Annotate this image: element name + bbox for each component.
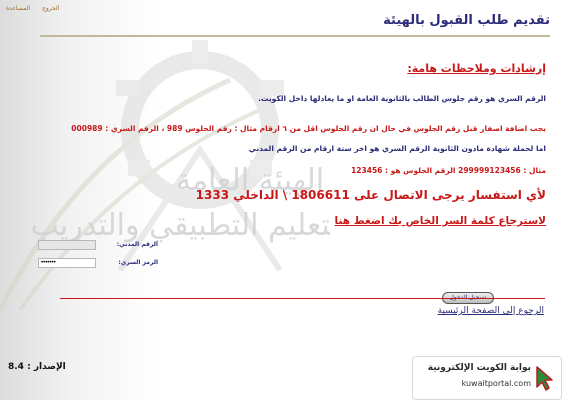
civil-id-row: الرقم المدني: xyxy=(38,240,158,253)
password-label: الرمز السري: xyxy=(118,259,158,266)
watermark-text-2: للتعليم التطبيقي والتدريب xyxy=(30,208,330,243)
portal-url: kuwaitportal.com xyxy=(461,379,531,388)
instruction-line-4: مثال : 299999123456 الرقم الجلوس هو : 12… xyxy=(351,166,546,175)
cursor-arrow-icon xyxy=(536,366,553,391)
portal-badge[interactable]: بوابة الكويت الإلكترونية kuwaitportal.co… xyxy=(412,356,562,400)
submit-divider xyxy=(60,298,545,299)
top-links: الخروج المساعدة xyxy=(6,5,69,12)
instruction-line-3: اما لحملة شهادة مادون الثانوية الرقم الس… xyxy=(248,144,546,153)
title-divider xyxy=(40,35,550,37)
contact-line: لأي استفسار يرجى الاتصال على 1806611 \ ا… xyxy=(195,188,546,202)
instruction-line-2: يجب اضافة اصفار قبل رقم الجلوس في حال ان… xyxy=(71,124,546,133)
civil-id-label: الرقم المدني: xyxy=(116,241,158,248)
portal-title: بوابة الكويت الإلكترونية xyxy=(427,363,531,373)
password-row: الرمز السري: xyxy=(38,258,158,271)
page: الهيئة العامة للتعليم التطبيقي والتدريب … xyxy=(0,0,562,400)
login-form: الرقم المدني: الرمز السري: xyxy=(38,240,158,276)
password-input[interactable] xyxy=(38,258,96,268)
logout-link[interactable]: الخروج xyxy=(42,5,59,12)
page-title: تقديم طلب القبول بالهيئة xyxy=(383,13,550,28)
help-link[interactable]: المساعدة xyxy=(6,5,30,12)
submit-area: تسجيل الدخول xyxy=(440,292,510,304)
version-label: الإصدار : 8.4 xyxy=(8,362,66,372)
civil-id-input[interactable] xyxy=(38,240,96,250)
instruction-line-1: الرقم السري هو رقم جلوس الطالب بالثانوية… xyxy=(258,94,546,103)
password-recovery-link[interactable]: لاسترجاع كلمة السر الخاص بك اضغط هنا xyxy=(335,215,546,227)
back-to-home-link[interactable]: الرجوع إلى الصفحة الرئيسية xyxy=(438,306,544,316)
instructions-heading: إرشادات وملاحظات هامة: xyxy=(407,62,546,75)
